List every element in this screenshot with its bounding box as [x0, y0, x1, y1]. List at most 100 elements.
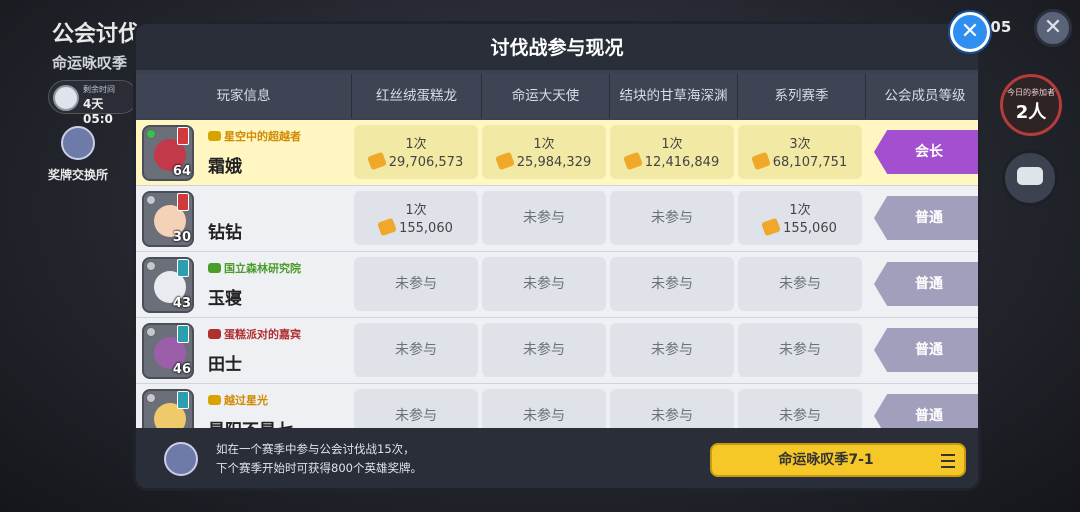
player-name: 钻钻 — [208, 223, 242, 243]
rank-badge-icon — [177, 127, 189, 145]
medal-icon — [164, 442, 198, 476]
modal-close-button[interactable]: ✕ — [950, 12, 990, 52]
not-participated-cell: 未参与 — [482, 257, 606, 311]
player-name: 是阳不是七 — [208, 416, 293, 428]
not-participated-cell: 未参与 — [482, 389, 606, 428]
rank-badge-icon — [177, 325, 189, 343]
title-icon — [208, 131, 221, 141]
not-participated-cell: 未参与 — [610, 389, 734, 428]
reward-info-line-2: 下个赛季开始时可获得800个英雄奖牌。 — [216, 461, 422, 475]
participation-table[interactable]: 64 星空中的超越者 霜娥 1次 29,706,573 1次 25,984,329 1次 12,… — [136, 120, 978, 428]
online-status-icon — [146, 393, 156, 403]
player-name: 玉寝 — [208, 289, 242, 309]
rank-badge-icon — [177, 391, 189, 409]
participation-cell: 1次 12,416,849 — [610, 125, 734, 179]
modal-title: 讨伐战参与现况 — [490, 37, 624, 59]
participation-cell: 1次 155,060 — [738, 191, 862, 245]
avatar[interactable]: 64 — [142, 125, 194, 181]
not-participated-cell: 未参与 — [610, 257, 734, 311]
player-level: 46 — [172, 362, 191, 377]
medal-exchange-button[interactable]: 奖牌交换所 — [40, 126, 116, 183]
player-name: 田士 — [208, 355, 242, 375]
damage-icon — [750, 151, 771, 171]
bg-page-title: 公会讨伐 — [52, 22, 141, 47]
participation-modal: 讨伐战参与现况 玩家信息 红丝绒蛋糕龙 命运大天使 结块的甘草海深渊 系列赛季 公会成员等… — [133, 21, 981, 491]
member-rank-badge: 普通 — [874, 394, 978, 428]
column-header: 红丝绒蛋糕龙 — [352, 74, 482, 118]
player-title: 越过星光 — [208, 392, 268, 408]
not-participated-cell: 未参与 — [610, 191, 734, 245]
player-title-text: 国立森林研究院 — [224, 262, 301, 275]
member-rank-badge: 普通 — [874, 262, 978, 306]
attempt-count: 1次 — [405, 203, 427, 218]
player-title-text: 星空中的超越者 — [224, 130, 301, 143]
not-participated-cell: 未参与 — [610, 323, 734, 377]
not-participated-cell: 未参与 — [482, 191, 606, 245]
attempt-count: 3次 — [789, 137, 811, 152]
player-info: 64 星空中的超越者霜娥 — [136, 120, 350, 186]
table-row[interactable]: 46 蛋糕派对的嘉宾 田士 未参与 未参与 未参与 未参与 普通 — [136, 318, 978, 384]
remaining-time-panel: 剩余时间 4天 05:0 — [48, 80, 138, 126]
column-header: 命运大天使 — [482, 74, 610, 118]
player-level: 43 — [172, 296, 191, 311]
damage-score-value: 29,706,573 — [388, 155, 464, 170]
medal-icon — [61, 126, 95, 160]
column-header: 结块的甘草海深渊 — [610, 74, 738, 118]
clock-icon — [53, 85, 79, 111]
table-row[interactable]: 64 星空中的超越者 霜娥 1次 29,706,573 1次 25,984,329 1次 12,… — [136, 120, 978, 186]
table-row[interactable]: 越过星光是阳不是七未参与未参与未参与未参与普通 — [136, 384, 978, 428]
page-close-button[interactable]: ✕ — [1034, 9, 1072, 47]
close-icon: ✕ — [960, 19, 980, 44]
player-info: 越过星光是阳不是七 — [136, 384, 350, 428]
season-select-button[interactable]: 命运咏叹季7-1 — [710, 443, 966, 477]
not-participated-cell: 未参与 — [354, 257, 478, 311]
online-status-icon — [146, 261, 156, 271]
avatar[interactable]: 43 — [142, 257, 194, 313]
reward-info-line-1: 如在一个赛季中参与公会讨伐战15次， — [216, 442, 415, 456]
damage-score-value: 25,984,329 — [516, 155, 592, 170]
remaining-time-value: 4天 05:0 — [83, 97, 113, 126]
damage-score-value: 68,107,751 — [772, 155, 848, 170]
player-name: 霜娥 — [208, 157, 242, 177]
not-participated-cell: 未参与 — [482, 323, 606, 377]
column-header: 玩家信息 — [136, 74, 352, 118]
menu-icon — [938, 450, 958, 470]
rank-badge-icon — [177, 193, 189, 211]
column-header: 公会成员等级 — [866, 74, 978, 118]
table-row[interactable]: 43 国立森林研究院 玉寝 未参与 未参与 未参与 未参与 普通 — [136, 252, 978, 318]
avatar[interactable]: 46 — [142, 323, 194, 379]
damage-icon — [761, 217, 782, 237]
damage-score: 155,060 — [738, 217, 862, 237]
attempt-count: 1次 — [533, 137, 555, 152]
attempt-count: 1次 — [661, 137, 683, 152]
member-rank-badge: 会长 — [874, 130, 978, 174]
not-participated-cell: 未参与 — [738, 257, 862, 311]
participation-cell: 3次 68,107,751 — [738, 125, 862, 179]
rank-badge-icon — [177, 259, 189, 277]
today-participants-badge: 今日的参加者 2人 — [1000, 74, 1062, 136]
online-status-icon — [146, 327, 156, 337]
player-title-text: 蛋糕派对的嘉宾 — [224, 328, 301, 341]
player-title: 蛋糕派对的嘉宾 — [208, 326, 301, 342]
remaining-time-label: 剩余时间 — [83, 85, 115, 94]
attempt-count: 1次 — [405, 137, 427, 152]
avatar[interactable]: 30 — [142, 191, 194, 247]
damage-score: 68,107,751 — [738, 151, 862, 171]
avatar[interactable] — [142, 389, 194, 428]
chat-button[interactable] — [1002, 150, 1058, 206]
not-participated-cell: 未参与 — [738, 389, 862, 428]
attempt-count: 1次 — [789, 203, 811, 218]
player-title-text: 越过星光 — [224, 394, 268, 407]
title-icon — [208, 395, 221, 405]
modal-footer: 如在一个赛季中参与公会讨伐战15次， 下个赛季开始时可获得800个英雄奖牌。 命… — [136, 428, 978, 488]
title-icon — [208, 329, 221, 339]
table-row[interactable]: 30 钻钻 1次 155,060 未参与 未参与 1次 155,060 普通 — [136, 186, 978, 252]
damage-icon — [377, 217, 398, 237]
today-participants-label: 今日的参加者 — [1007, 88, 1055, 97]
online-status-icon — [146, 129, 156, 139]
today-participants-count: 2人 — [1015, 102, 1047, 123]
player-info: 43 国立森林研究院玉寝 — [136, 252, 350, 318]
not-participated-cell: 未参与 — [354, 389, 478, 428]
damage-score: 12,416,849 — [610, 151, 734, 171]
member-rank-badge: 普通 — [874, 196, 978, 240]
